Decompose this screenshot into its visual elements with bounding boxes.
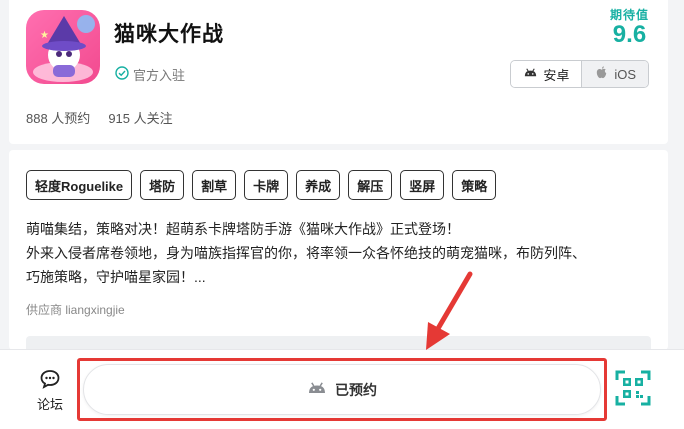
app-header-card: ★ 猫咪大作战 官方入驻 888 人预约 915 人关注 期待值 9.6 安卓 xyxy=(9,0,668,144)
qr-code-icon[interactable] xyxy=(615,370,651,406)
tag-item[interactable]: 塔防 xyxy=(140,170,185,200)
tag-item[interactable]: 养成 xyxy=(296,170,341,200)
description-line: 巧施策略，守护喵星家园！... xyxy=(26,269,206,285)
section-divider xyxy=(26,336,651,350)
tag-item[interactable]: 卡牌 xyxy=(244,170,289,200)
platform-android-label: 安卓 xyxy=(543,67,570,83)
reserved-button[interactable]: 已预约 xyxy=(83,364,601,415)
android-icon xyxy=(523,65,538,83)
game-detail-page: ★ 猫咪大作战 官方入驻 888 人预约 915 人关注 期待值 9.6 安卓 xyxy=(0,0,684,429)
verified-badge: 官方入驻 xyxy=(115,65,185,84)
verified-label: 官方入驻 xyxy=(133,68,186,83)
reserved-label: 已预约 xyxy=(335,381,377,398)
supplier-info: 供应商 liangxingjie xyxy=(26,303,125,317)
game-description[interactable]: 萌喵集结，策略对决！超萌系卡牌塔防手游《猫咪大作战》正式登场！ 外来入侵者席卷领… xyxy=(26,217,656,289)
android-icon xyxy=(307,378,327,401)
tag-item[interactable]: 割草 xyxy=(192,170,237,200)
expectation-score: 期待值 9.6 xyxy=(610,6,649,47)
apple-icon xyxy=(594,65,609,83)
verified-check-icon xyxy=(115,66,129,83)
svg-text:★: ★ xyxy=(40,30,49,41)
forum-chat-icon xyxy=(30,368,70,390)
score-value: 9.6 xyxy=(612,21,647,48)
reservation-count: 888 人预约 xyxy=(26,111,91,126)
description-line: 外来入侵者席卷领地，身为喵族指挥官的你，将率领一众各怀绝技的萌宠猫咪，布防列阵、 xyxy=(26,245,586,261)
forum-label: 论坛 xyxy=(36,397,63,412)
platform-android-tab[interactable]: 安卓 xyxy=(511,61,583,87)
tag-item[interactable]: 轻度Roguelike xyxy=(26,170,133,200)
tag-item[interactable]: 竖屏 xyxy=(400,170,445,200)
app-title: 猫咪大作战 xyxy=(114,23,224,46)
platform-ios-label: iOS xyxy=(614,66,636,82)
follower-count: 915 人关注 xyxy=(108,111,173,126)
app-stats: 888 人预约 915 人关注 xyxy=(26,108,173,127)
tag-item[interactable]: 策略 xyxy=(452,170,497,200)
platform-switch: 安卓 iOS xyxy=(510,60,649,88)
forum-button[interactable]: 论坛 xyxy=(30,368,70,413)
platform-ios-tab[interactable]: iOS xyxy=(582,61,648,87)
description-line: 萌喵集结，策略对决！超萌系卡牌塔防手游《猫咪大作战》正式登场！ xyxy=(26,221,460,237)
tag-item[interactable]: 解压 xyxy=(348,170,393,200)
description-card: 轻度Roguelike 塔防 割草 卡牌 养成 解压 竖屏 策略 萌喵集结，策略… xyxy=(9,150,668,350)
bottom-action-bar: 论坛 已预约 xyxy=(0,349,684,429)
tag-list: 轻度Roguelike 塔防 割草 卡牌 养成 解压 竖屏 策略 xyxy=(26,170,497,200)
app-icon: ★ xyxy=(26,10,100,84)
